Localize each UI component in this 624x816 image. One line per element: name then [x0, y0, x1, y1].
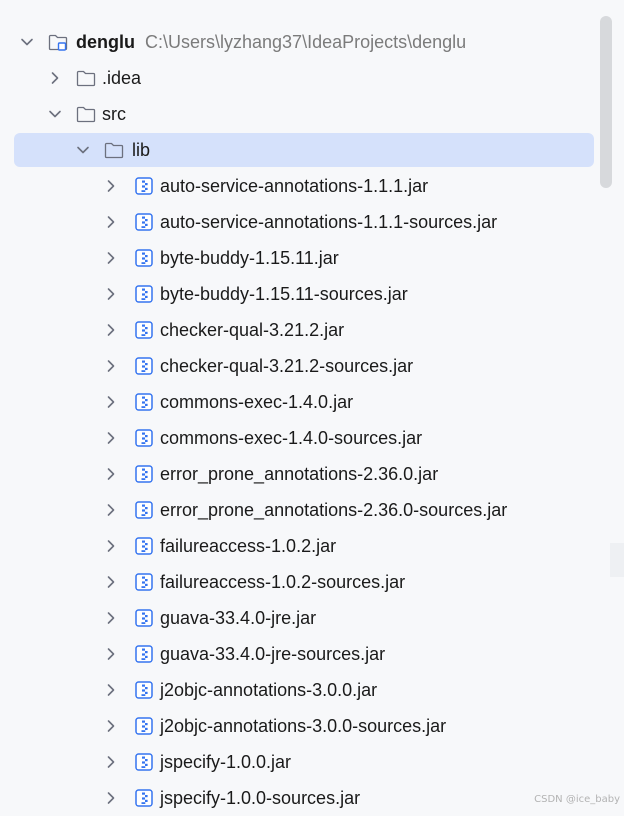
jar-file-label: jspecify-1.0.0-sources.jar — [160, 788, 361, 808]
tree-node-jar-file[interactable]: j2objc-annotations-3.0.0-sources.jar — [0, 708, 600, 744]
jar-file-icon — [134, 680, 154, 700]
jar-file-label: byte-buddy-1.15.11-sources.jar — [160, 284, 408, 304]
jar-file-label: error_prone_annotations-2.36.0-sources.j… — [160, 500, 508, 520]
tree-node-jar-file[interactable]: guava-33.4.0-jre.jar — [0, 600, 600, 636]
tree-node-jar-file[interactable]: j2objc-annotations-3.0.0.jar — [0, 672, 600, 708]
jar-file-icon — [134, 248, 154, 268]
jar-file-icon — [134, 392, 154, 412]
chevron-right-icon[interactable] — [104, 287, 118, 301]
folder-icon — [76, 104, 96, 124]
jar-file-label: guava-33.4.0-jre-sources.jar — [160, 644, 386, 664]
jar-file-icon — [134, 320, 154, 340]
tree-node-jar-file[interactable]: checker-qual-3.21.2.jar — [0, 312, 600, 348]
chevron-right-icon[interactable] — [48, 71, 62, 85]
folder-label: lib — [132, 140, 151, 160]
tree-node-jar-file[interactable]: error_prone_annotations-2.36.0-sources.j… — [0, 492, 600, 528]
project-tree: denglu C:\Users\lyzhang37\IdeaProjects\d… — [0, 24, 600, 816]
folder-icon — [104, 140, 124, 160]
chevron-right-icon[interactable] — [104, 539, 118, 553]
jar-file-label: j2objc-annotations-3.0.0-sources.jar — [160, 716, 447, 736]
tree-node-jar-file[interactable]: guava-33.4.0-jre-sources.jar — [0, 636, 600, 672]
jar-file-icon — [134, 176, 154, 196]
jar-list: auto-service-annotations-1.1.1.jar auto-s… — [0, 168, 600, 816]
jar-file-label: error_prone_annotations-2.36.0.jar — [160, 464, 439, 484]
project-name: denglu — [76, 32, 135, 52]
jar-file-label: auto-service-annotations-1.1.1-sources.j… — [160, 212, 498, 232]
jar-file-label: jspecify-1.0.0.jar — [160, 752, 292, 772]
chevron-down-icon[interactable] — [48, 107, 62, 121]
chevron-right-icon[interactable] — [104, 215, 118, 229]
tree-node-jar-file[interactable]: auto-service-annotations-1.1.1.jar — [0, 168, 600, 204]
chevron-right-icon[interactable] — [104, 503, 118, 517]
chevron-right-icon[interactable] — [104, 755, 118, 769]
jar-file-icon — [134, 212, 154, 232]
chevron-right-icon[interactable] — [104, 611, 118, 625]
tree-node-jar-file[interactable]: failureaccess-1.0.2.jar — [0, 528, 600, 564]
chevron-right-icon[interactable] — [104, 683, 118, 697]
tree-node-jar-file[interactable]: error_prone_annotations-2.36.0.jar — [0, 456, 600, 492]
jar-file-label: guava-33.4.0-jre.jar — [160, 608, 317, 628]
jar-file-label: failureaccess-1.0.2-sources.jar — [160, 572, 406, 592]
tree-node-jar-file[interactable]: failureaccess-1.0.2-sources.jar — [0, 564, 600, 600]
tree-node-jar-file[interactable]: byte-buddy-1.15.11-sources.jar — [0, 276, 600, 312]
tree-node-jar-file[interactable]: auto-service-annotations-1.1.1-sources.j… — [0, 204, 600, 240]
project-folder-icon — [48, 32, 68, 52]
jar-file-label: auto-service-annotations-1.1.1.jar — [160, 176, 429, 196]
jar-file-label: commons-exec-1.4.0.jar — [160, 392, 354, 412]
jar-file-icon — [134, 788, 154, 808]
chevron-down-icon[interactable] — [76, 143, 90, 157]
jar-file-icon — [134, 752, 154, 772]
chevron-down-icon[interactable] — [20, 35, 34, 49]
chevron-right-icon[interactable] — [104, 791, 118, 805]
chevron-right-icon[interactable] — [104, 179, 118, 193]
folder-icon — [76, 68, 96, 88]
tree-node-jar-file[interactable]: checker-qual-3.21.2-sources.jar — [0, 348, 600, 384]
chevron-right-icon[interactable] — [104, 647, 118, 661]
jar-file-icon — [134, 572, 154, 592]
chevron-right-icon[interactable] — [104, 575, 118, 589]
tree-node-jar-file[interactable]: commons-exec-1.4.0-sources.jar — [0, 420, 600, 456]
jar-file-label: commons-exec-1.4.0-sources.jar — [160, 428, 423, 448]
jar-file-icon — [134, 716, 154, 736]
jar-file-icon — [134, 608, 154, 628]
jar-file-icon — [134, 356, 154, 376]
jar-file-label: j2objc-annotations-3.0.0.jar — [160, 680, 378, 700]
jar-file-icon — [134, 464, 154, 484]
jar-file-icon — [134, 428, 154, 448]
watermark: CSDN @ice_baby — [534, 794, 620, 805]
tree-node-jar-file[interactable]: jspecify-1.0.0.jar — [0, 744, 600, 780]
tree-node-jar-file[interactable]: jspecify-1.0.0-sources.jar — [0, 780, 600, 816]
vertical-scrollbar[interactable] — [600, 16, 612, 188]
jar-file-label: byte-buddy-1.15.11.jar — [160, 248, 339, 268]
tree-node-idea-folder[interactable]: .idea — [0, 60, 600, 96]
jar-file-label: checker-qual-3.21.2-sources.jar — [160, 356, 414, 376]
jar-file-icon — [134, 500, 154, 520]
project-path: C:\Users\lyzhang37\IdeaProjects\denglu — [145, 31, 467, 52]
folder-label: src — [102, 104, 126, 124]
tree-node-jar-file[interactable]: commons-exec-1.4.0.jar — [0, 384, 600, 420]
scroll-track-marker — [610, 543, 624, 577]
jar-file-icon — [134, 284, 154, 304]
chevron-right-icon[interactable] — [104, 251, 118, 265]
tree-node-src-folder[interactable]: src — [0, 96, 600, 132]
folder-label: .idea — [102, 68, 142, 88]
jar-file-icon — [134, 536, 154, 556]
chevron-right-icon[interactable] — [104, 395, 118, 409]
tree-node-project-root[interactable]: denglu C:\Users\lyzhang37\IdeaProjects\d… — [0, 24, 600, 60]
chevron-right-icon[interactable] — [104, 431, 118, 445]
jar-file-label: failureaccess-1.0.2.jar — [160, 536, 337, 556]
tree-node-jar-file[interactable]: byte-buddy-1.15.11.jar — [0, 240, 600, 276]
tree-node-lib-folder[interactable]: lib — [0, 132, 600, 168]
jar-file-icon — [134, 644, 154, 664]
chevron-right-icon[interactable] — [104, 323, 118, 337]
jar-file-label: checker-qual-3.21.2.jar — [160, 320, 345, 340]
chevron-right-icon[interactable] — [104, 719, 118, 733]
chevron-right-icon[interactable] — [104, 359, 118, 373]
chevron-right-icon[interactable] — [104, 467, 118, 481]
